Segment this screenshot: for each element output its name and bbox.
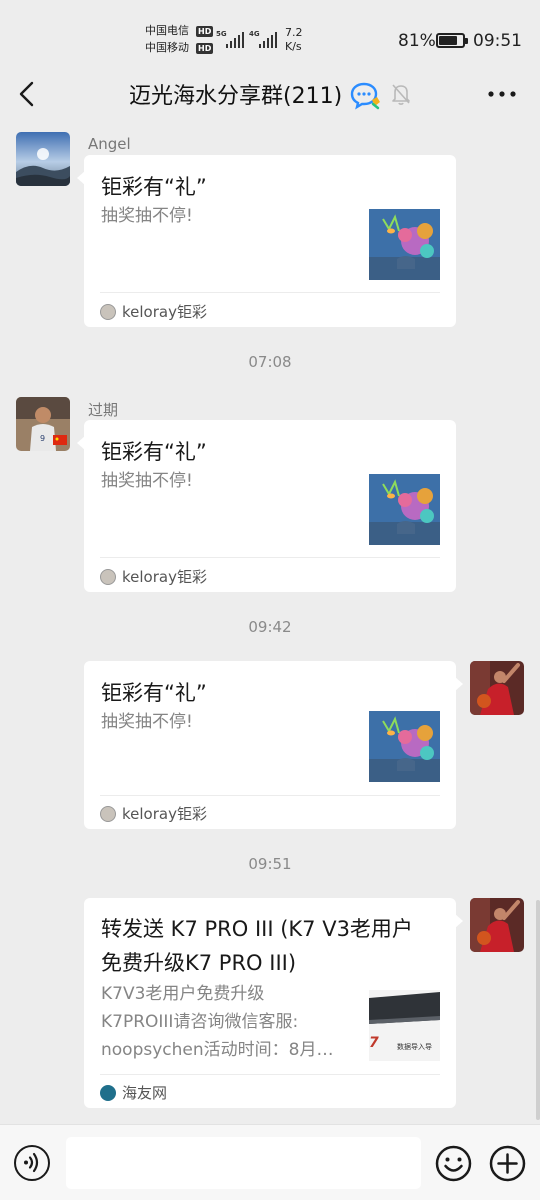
- net-speed: 7.2 K/s: [285, 26, 303, 54]
- card-title-line: 免费升级K7 PRO III): [101, 951, 297, 975]
- card-description: 抽奖抽不停!: [101, 206, 193, 226]
- carrier-1: 中国电信: [145, 24, 189, 37]
- input-bar: [0, 1124, 540, 1200]
- sender-name: Angel: [88, 135, 131, 153]
- card-thumbnail: [369, 711, 440, 782]
- timestamp: 09:42: [248, 618, 292, 636]
- voice-icon[interactable]: [14, 1145, 50, 1181]
- battery-fill: [439, 36, 458, 45]
- plus-icon[interactable]: [489, 1145, 526, 1182]
- avatar-guoqi[interactable]: 9: [16, 397, 70, 451]
- signal-5g-icon: 5G: [216, 28, 246, 48]
- source-logo-icon: [100, 805, 116, 822]
- timestamp: 09:51: [248, 855, 292, 873]
- card-title: 转发送 K7 PRO III (K7 V3老用户 免费升级K7 PRO III): [101, 912, 413, 980]
- card-source: keloray钜彩: [100, 803, 207, 824]
- card-source-name: keloray钜彩: [122, 303, 207, 321]
- link-card[interactable]: 转发送 K7 PRO III (K7 V3老用户 免费升级K7 PRO III)…: [84, 898, 463, 1108]
- svg-text:9: 9: [40, 434, 45, 443]
- hd-badge-2: HD: [196, 43, 214, 54]
- scrollbar[interactable]: [536, 900, 540, 1120]
- card-title-line: 转发送 K7 PRO III (K7 V3老用户: [101, 917, 413, 941]
- battery-icon: [436, 33, 468, 48]
- chat-title: 迈光海水分享群(211): [129, 84, 343, 109]
- thumb-caption: 数据导入导: [397, 1043, 432, 1051]
- card-source-name: keloray钜彩: [122, 568, 207, 586]
- hd-badge-1: HD: [196, 26, 214, 37]
- group-chat-icon[interactable]: [350, 82, 382, 110]
- card-source-name: keloray钜彩: [122, 805, 207, 823]
- card-source-name: 海友网: [122, 1084, 168, 1102]
- card-source: keloray钜彩: [100, 301, 207, 322]
- status-bar: 中国电信 HD 中国移动 HD 5G 4G 7.2 K/s 81% 09:51: [0, 0, 540, 62]
- emoji-icon[interactable]: [435, 1145, 472, 1182]
- card-thumbnail: [369, 209, 440, 280]
- card-description-line: noopsychen活动时间：8月…: [101, 1040, 334, 1060]
- sender-name: 过期: [88, 401, 119, 419]
- avatar-self[interactable]: [470, 898, 524, 952]
- thumb-label: 7: [369, 1035, 379, 1051]
- net-speed-unit: K/s: [285, 40, 302, 53]
- chat-header: 迈光海水分享群(211): [0, 62, 540, 126]
- card-source: keloray钜彩: [100, 566, 207, 587]
- source-logo-icon: [100, 568, 116, 585]
- card-description-line: K7V3老用户免费升级: [101, 984, 265, 1004]
- battery-percent: 81%: [398, 31, 436, 51]
- card-thumbnail: [369, 474, 440, 545]
- avatar-angel[interactable]: [16, 132, 70, 186]
- card-title: 钜彩有“礼”: [101, 440, 207, 464]
- signal-4g-icon: 4G: [249, 28, 279, 48]
- carrier-2: 中国移动: [145, 41, 189, 54]
- card-thumbnail: 7 数据导入导: [369, 990, 440, 1061]
- link-card[interactable]: 钜彩有“礼” 抽奖抽不停! keloray钜彩: [77, 420, 456, 592]
- source-logo-icon: [100, 303, 116, 320]
- card-title: 钜彩有“礼”: [101, 681, 207, 705]
- more-dots-icon[interactable]: [484, 84, 520, 104]
- card-source: 海友网: [100, 1082, 167, 1103]
- back-chevron-icon[interactable]: [12, 78, 44, 110]
- clock: 09:51: [473, 31, 522, 51]
- mute-bell-icon: [390, 82, 412, 106]
- link-card[interactable]: 钜彩有“礼” 抽奖抽不停! keloray钜彩: [77, 155, 456, 327]
- net-speed-value: 7.2: [285, 26, 303, 39]
- card-title: 钜彩有“礼”: [101, 175, 207, 199]
- card-description-line: K7PROIII请咨询微信客服:: [101, 1012, 299, 1032]
- avatar-self[interactable]: [470, 661, 524, 715]
- source-logo-icon: [100, 1084, 116, 1101]
- message-input[interactable]: [66, 1137, 421, 1189]
- card-description: K7V3老用户免费升级 K7PROIII请咨询微信客服: noopsychen活…: [101, 980, 333, 1064]
- link-card[interactable]: 钜彩有“礼” 抽奖抽不停! keloray钜彩: [84, 661, 463, 829]
- card-description: 抽奖抽不停!: [101, 471, 193, 491]
- timestamp: 07:08: [248, 353, 292, 371]
- card-description: 抽奖抽不停!: [101, 712, 193, 732]
